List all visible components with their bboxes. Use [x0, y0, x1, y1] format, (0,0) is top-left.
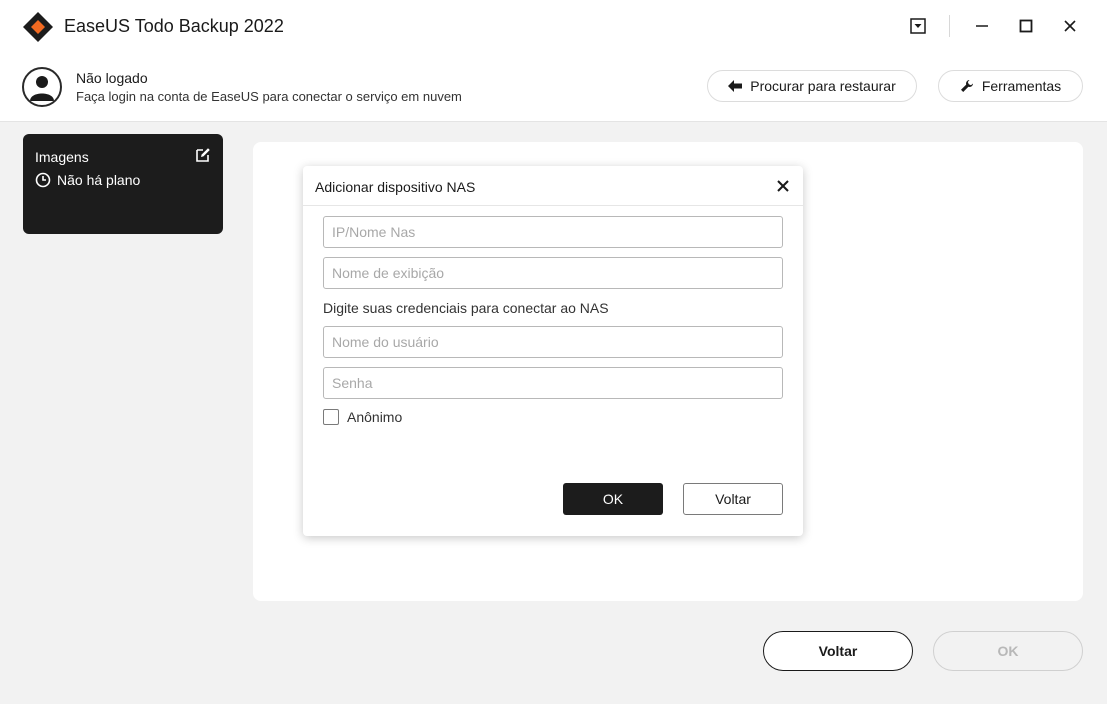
dialog-back-button[interactable]: Voltar — [683, 483, 783, 515]
minimize-icon — [976, 25, 988, 27]
edit-icon[interactable] — [195, 147, 211, 163]
browse-to-restore-label: Procurar para restaurar — [750, 78, 896, 94]
dialog-divider — [303, 205, 803, 206]
dialog-close-button[interactable] — [773, 176, 793, 196]
add-nas-dialog: Adicionar dispositivo NAS Digite suas cr… — [303, 166, 803, 536]
nas-ip-input[interactable] — [323, 216, 783, 248]
plan-title: Imagens — [35, 149, 89, 165]
display-name-input[interactable] — [323, 257, 783, 289]
username-input[interactable] — [323, 326, 783, 358]
minimize-button[interactable] — [968, 12, 996, 40]
maximize-button[interactable] — [1012, 12, 1040, 40]
tools-label: Ferramentas — [981, 78, 1062, 94]
close-window-button[interactable] — [1056, 12, 1084, 40]
account-bar: Não logado Faça login na conta de EaseUS… — [0, 52, 1107, 122]
browse-to-restore-button[interactable]: Procurar para restaurar — [707, 70, 917, 102]
plan-status-label: Não há plano — [57, 172, 141, 188]
wrench-icon — [960, 80, 973, 92]
user-icon — [30, 76, 54, 101]
anonymous-checkbox[interactable] — [323, 409, 339, 425]
dialog-title: Adicionar dispositivo NAS — [315, 179, 476, 195]
avatar[interactable] — [22, 67, 62, 107]
back-button[interactable]: Voltar — [763, 631, 913, 671]
title-separator — [949, 15, 950, 37]
easeus-logo-icon — [23, 12, 53, 42]
account-subtitle: Faça login na conta de EaseUS para conec… — [76, 89, 462, 104]
ok-button-disabled: OK — [933, 631, 1083, 671]
anonymous-label: Anônimo — [347, 409, 403, 425]
restore-arrow-icon — [728, 80, 743, 92]
tools-button[interactable]: Ferramentas — [938, 70, 1083, 102]
password-input[interactable] — [323, 367, 783, 399]
title-bar: EaseUS Todo Backup 2022 — [0, 0, 1107, 52]
account-name: Não logado — [76, 70, 148, 86]
credentials-label: Digite suas credenciais para conectar ao… — [323, 300, 609, 316]
anonymous-option[interactable]: Anônimo — [323, 409, 402, 425]
plan-status: Não há plano — [35, 172, 140, 188]
clock-icon — [35, 172, 51, 188]
close-icon — [1064, 20, 1076, 32]
backup-plan-card[interactable]: Imagens Não há plano — [23, 134, 223, 234]
app-title: EaseUS Todo Backup 2022 — [64, 16, 284, 36]
close-icon — [777, 180, 789, 192]
dropdown-menu-button[interactable] — [904, 12, 932, 40]
dialog-ok-button[interactable]: OK — [563, 483, 663, 515]
dropdown-menu-icon — [910, 18, 926, 34]
maximize-icon — [1019, 19, 1033, 33]
